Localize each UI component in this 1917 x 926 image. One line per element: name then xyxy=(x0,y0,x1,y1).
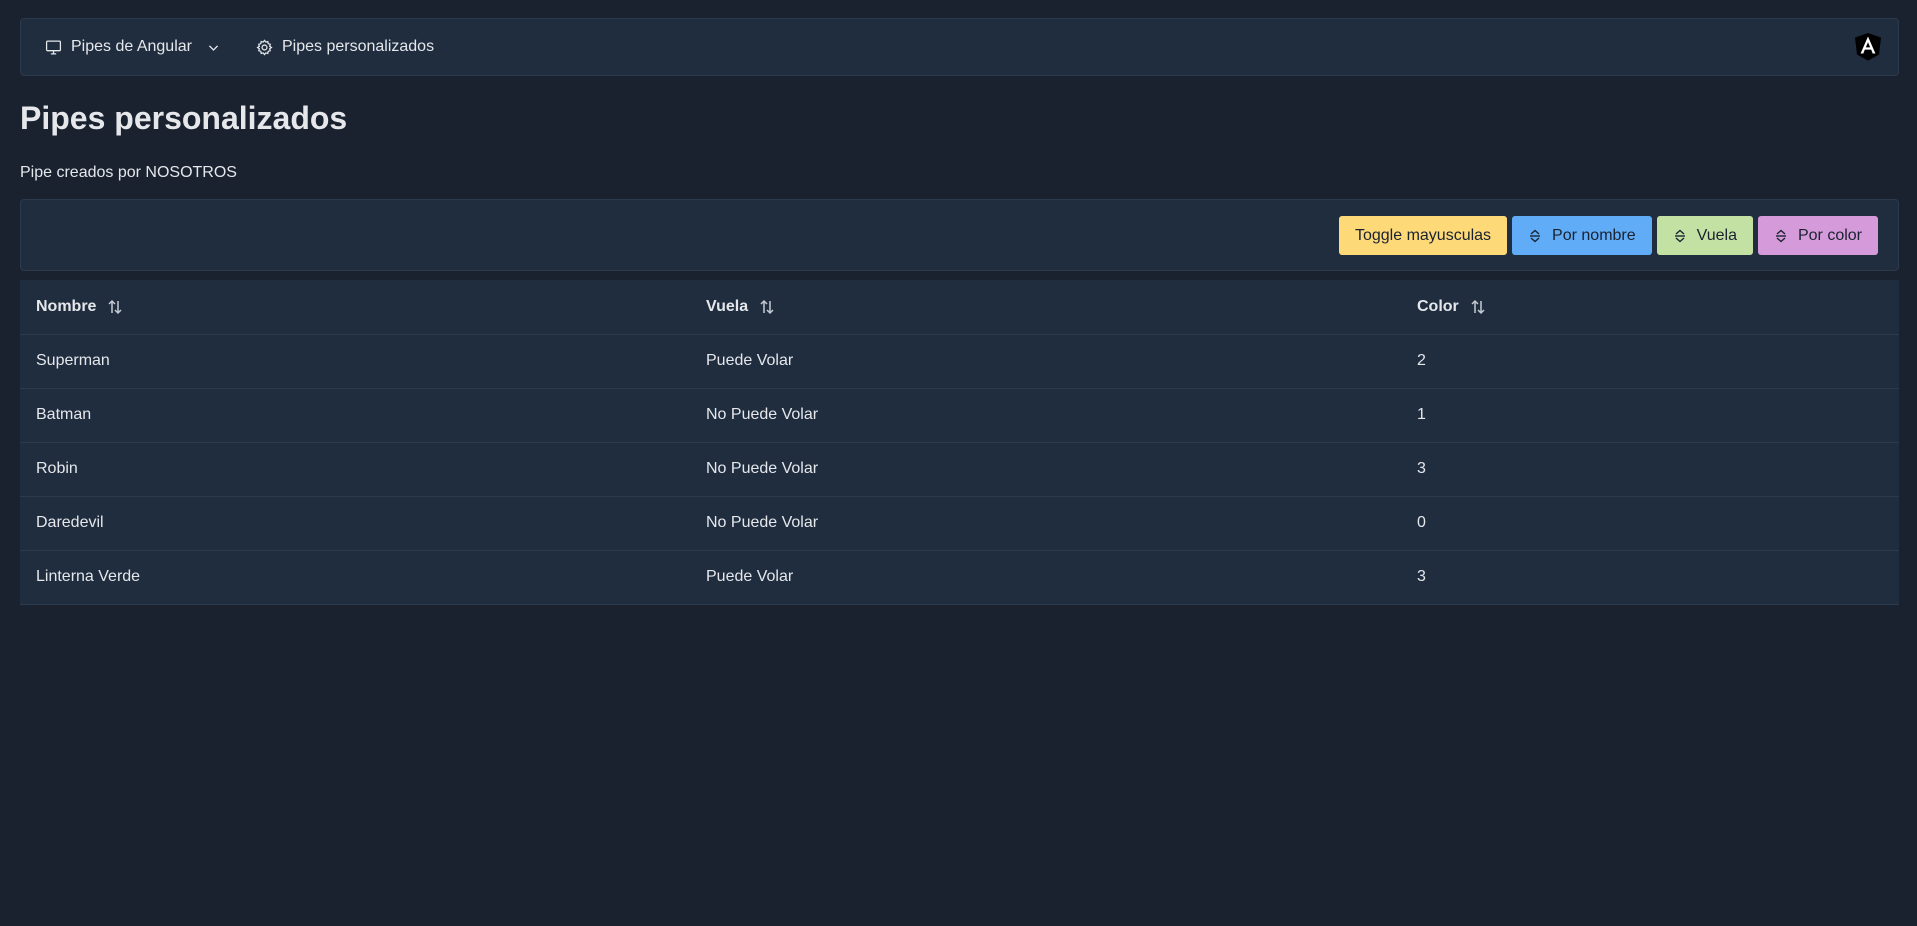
cell-nombre: Batman xyxy=(20,388,690,443)
column-header-label: Color xyxy=(1417,297,1459,315)
sort-arrows-icon xyxy=(106,298,124,316)
sort-icon xyxy=(1673,229,1687,243)
chevron-down-icon xyxy=(207,41,220,54)
column-header-vuela[interactable]: Vuela xyxy=(690,280,1401,335)
button-label: Vuela xyxy=(1696,226,1737,244)
cell-color: 3 xyxy=(1401,550,1899,605)
sort-arrows-icon xyxy=(758,298,776,316)
table-row: Linterna Verde Puede Volar 3 xyxy=(20,550,1899,605)
sort-by-color-button[interactable]: Por color xyxy=(1757,216,1878,255)
button-label: Toggle mayusculas xyxy=(1354,226,1492,244)
column-header-color[interactable]: Color xyxy=(1401,280,1899,335)
table-row: Batman No Puede Volar 1 xyxy=(20,388,1899,443)
column-header-label: Nombre xyxy=(36,297,97,315)
table-row: Daredevil No Puede Volar 0 xyxy=(20,496,1899,551)
cell-vuela: Puede Volar xyxy=(690,550,1401,605)
menubar: Pipes de Angular Pipes personalizados xyxy=(20,18,1899,76)
cell-color: 2 xyxy=(1401,334,1899,389)
cell-nombre: Linterna Verde xyxy=(20,550,690,605)
cell-nombre: Superman xyxy=(20,334,690,389)
button-label: Por nombre xyxy=(1552,226,1636,244)
column-header-label: Vuela xyxy=(706,297,749,315)
table-row: Superman Puede Volar 2 xyxy=(20,334,1899,389)
menu-item-label: Pipes de Angular xyxy=(71,38,192,55)
page-subtitle: Pipe creados por NOSOTROS xyxy=(20,164,237,181)
angular-logo-icon[interactable] xyxy=(1852,31,1884,63)
menu-item-pipes-personalizados[interactable]: Pipes personalizados xyxy=(256,38,434,56)
table-row: Robin No Puede Volar 3 xyxy=(20,442,1899,497)
cell-color: 3 xyxy=(1401,442,1899,497)
toolbar-actions: Toggle mayusculas Por nombre Vuela Por c… xyxy=(1338,216,1878,255)
cell-nombre: Robin xyxy=(20,442,690,497)
cell-color: 0 xyxy=(1401,496,1899,551)
menu-item-pipes-angular[interactable]: Pipes de Angular xyxy=(45,38,220,56)
page-title: Pipes personalizados xyxy=(20,100,348,136)
toolbar: Toggle mayusculas Por nombre Vuela Por c… xyxy=(20,199,1899,271)
sort-icon xyxy=(1774,229,1788,243)
sort-by-name-button[interactable]: Por nombre xyxy=(1512,216,1652,255)
button-label: Por color xyxy=(1797,226,1862,244)
gear-icon xyxy=(256,38,273,56)
sort-arrows-icon xyxy=(1469,298,1487,316)
sort-by-vuela-button[interactable]: Vuela xyxy=(1656,216,1753,255)
table-header-row: Nombre Vuela Color xyxy=(20,280,1899,335)
cell-vuela: No Puede Volar xyxy=(690,496,1401,551)
cell-vuela: Puede Volar xyxy=(690,334,1401,389)
toggle-mayusculas-button[interactable]: Toggle mayusculas xyxy=(1338,216,1508,255)
column-header-nombre[interactable]: Nombre xyxy=(20,280,690,335)
cell-vuela: No Puede Volar xyxy=(690,442,1401,497)
sort-icon xyxy=(1528,229,1542,243)
cell-color: 1 xyxy=(1401,388,1899,443)
heroes-table: Nombre Vuela Color Superman Puede Volar … xyxy=(20,280,1899,605)
menu-item-label: Pipes personalizados xyxy=(281,38,435,55)
cell-vuela: No Puede Volar xyxy=(690,388,1401,443)
cell-nombre: Daredevil xyxy=(20,496,690,551)
desktop-icon xyxy=(45,39,62,56)
